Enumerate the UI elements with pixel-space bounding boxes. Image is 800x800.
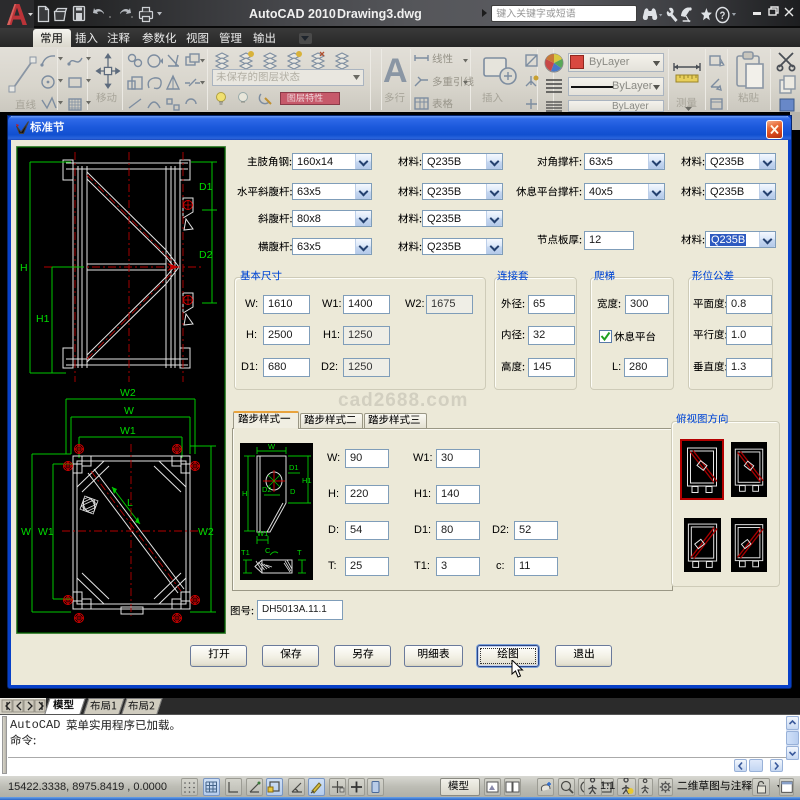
- svg-text:D2: D2: [199, 249, 213, 261]
- svg-text:W1: W1: [257, 529, 268, 538]
- svg-text:?: ?: [720, 10, 726, 22]
- svg-text:W2: W2: [120, 387, 136, 399]
- svg-text:W: W: [268, 443, 276, 451]
- svg-text:H1: H1: [36, 313, 50, 325]
- svg-text:W1: W1: [120, 425, 136, 437]
- svg-text:H1: H1: [302, 476, 312, 485]
- svg-text:C: C: [265, 546, 271, 555]
- svg-text:D1: D1: [199, 181, 213, 193]
- svg-text:H: H: [242, 489, 247, 498]
- svg-text:D1: D1: [289, 463, 299, 472]
- svg-text:W1: W1: [38, 526, 54, 538]
- svg-text:T1: T1: [241, 548, 250, 557]
- svg-text:W: W: [21, 526, 31, 538]
- svg-text:L: L: [127, 497, 133, 509]
- svg-text:W: W: [124, 405, 134, 417]
- svg-text:H: H: [20, 262, 28, 274]
- svg-text:D2: D2: [262, 485, 272, 494]
- svg-text:T: T: [297, 548, 302, 557]
- svg-text:W2: W2: [198, 526, 214, 538]
- svg-text:D: D: [290, 487, 296, 496]
